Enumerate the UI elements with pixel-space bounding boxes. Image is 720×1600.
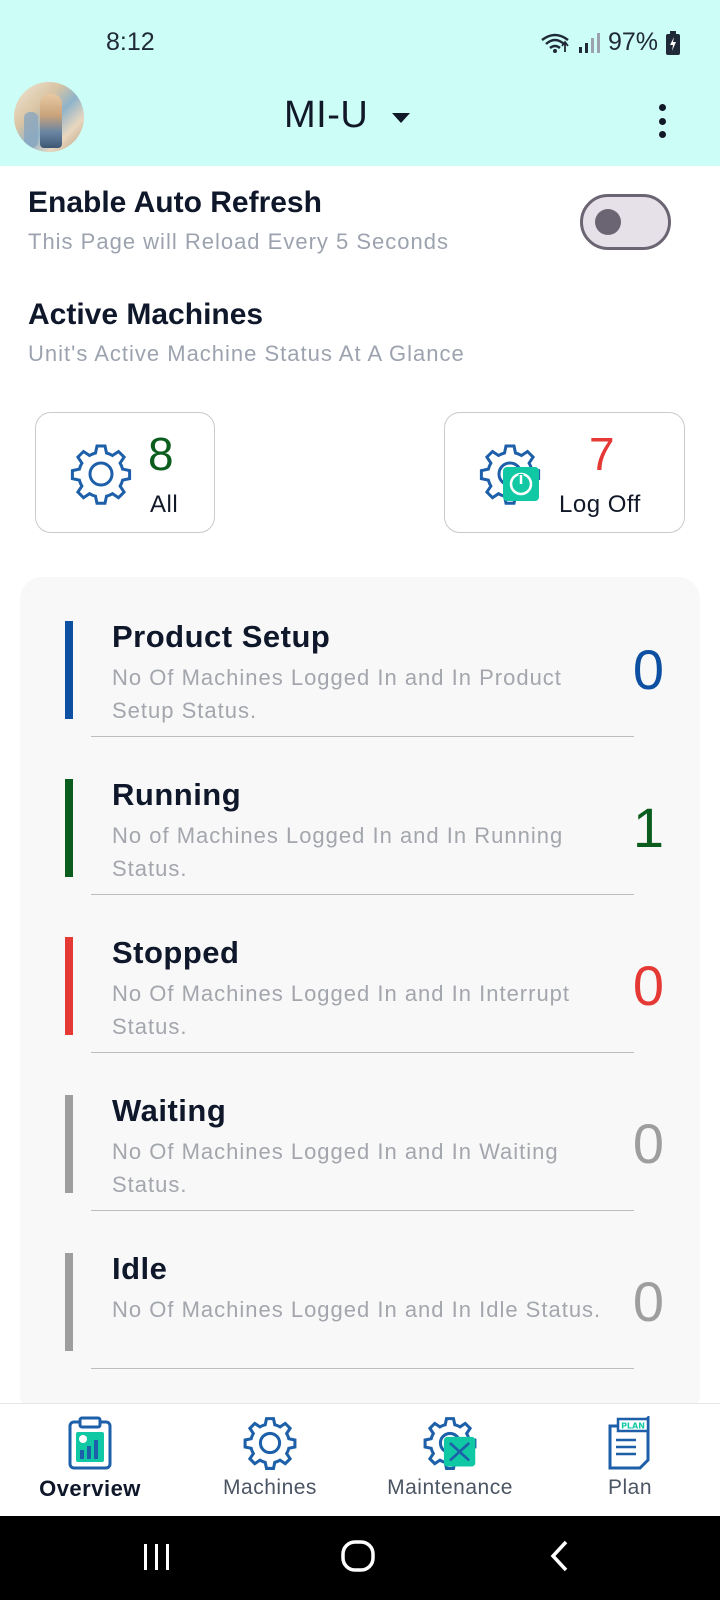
status-count: 0 [632,954,664,1017]
list-item[interactable]: Idle No Of Machines Logged In and In Idl… [20,1209,700,1369]
nav-item-machines[interactable]: Machines [180,1404,360,1517]
unit-selector[interactable]: MI-U [284,94,411,137]
list-item[interactable]: Running No of Machines Logged In and In … [20,735,700,895]
divider [91,1367,634,1369]
status-count: 1 [632,796,664,859]
wifi-icon [540,32,570,54]
auto-refresh-subtitle: This Page will Reload Every 5 Seconds [28,229,449,254]
status-description: No Of Machines Logged In and In Interrup… [112,981,571,1039]
plan-document-icon: PLAN [606,1414,654,1475]
status-title: Running [112,777,242,812]
status-time: 8:12 [106,28,155,56]
more-options-icon[interactable] [650,104,674,138]
status-count: 0 [632,1112,664,1175]
signal-icon [578,32,600,53]
list-item[interactable]: Waiting No Of Machines Logged In and In … [20,1051,700,1211]
status-description: No of Machines Logged In and In Running … [112,823,564,881]
nav-label: Overview [39,1476,141,1501]
list-item[interactable]: Stopped No Of Machines Logged In and In … [20,893,700,1053]
status-count: 0 [632,638,664,701]
nav-label: Machines [223,1476,317,1499]
all-machines-card[interactable]: 8 All [35,412,215,533]
auto-refresh-title: Enable Auto Refresh [28,186,322,219]
home-icon[interactable] [340,1538,376,1579]
list-item[interactable]: Product Setup No Of Machines Logged In a… [20,577,700,737]
status-description: No Of Machines Logged In and In Idle Sta… [112,1297,602,1322]
nav-item-overview[interactable]: Overview [0,1404,180,1517]
chevron-down-icon [392,112,411,123]
app-header: 8:12 97% MI-U [0,0,720,166]
log-off-label: Log Off [559,491,641,518]
gear-wrench-icon [423,1416,477,1475]
active-machines-title: Active Machines [28,298,264,331]
active-machines-subtitle: Unit's Active Machine Status At A Glance [28,341,465,366]
battery-icon [666,30,680,55]
profile-avatar[interactable] [14,82,84,152]
status-color-bar [65,621,73,719]
status-description: No Of Machines Logged In and In Product … [112,665,562,723]
gear-icon [70,443,132,510]
nav-item-plan[interactable]: PLAN Plan [540,1404,720,1517]
all-label: All [150,491,179,518]
status-color-bar [65,937,73,1035]
system-navigation-bar [0,1516,720,1600]
status-description: No Of Machines Logged In and In Waiting … [112,1139,559,1197]
all-count: 8 [148,428,174,480]
gear-icon [243,1416,297,1475]
unit-label: MI-U [284,94,369,136]
status-title: Idle [112,1251,168,1286]
auto-refresh-toggle[interactable] [580,194,671,250]
nav-item-maintenance[interactable]: Maintenance [360,1404,540,1517]
log-off-card[interactable]: 7 Log Off [444,412,685,533]
recent-apps-icon[interactable] [142,1538,172,1579]
status-title: Stopped [112,935,240,970]
status-color-bar [65,1253,73,1351]
back-icon[interactable] [548,1538,572,1579]
bottom-navigation: Overview Machines Maintenance PLAN Plan [0,1403,720,1516]
status-title: Waiting [112,1093,227,1128]
gear-power-icon [479,443,541,510]
status-color-bar [65,779,73,877]
machine-status-list: Product Setup No Of Machines Logged In a… [20,577,700,1417]
status-color-bar [65,1095,73,1193]
status-title: Product Setup [112,619,331,654]
status-icons: 97% [540,28,680,57]
nav-label: Plan [607,1476,653,1499]
battery-percent: 97% [607,28,658,56]
status-count: 0 [632,1270,664,1333]
svg-text:PLAN: PLAN [621,1422,645,1431]
clipboard-chart-icon [67,1416,113,1475]
nav-label: Maintenance [387,1476,513,1499]
log-off-count: 7 [589,428,615,480]
